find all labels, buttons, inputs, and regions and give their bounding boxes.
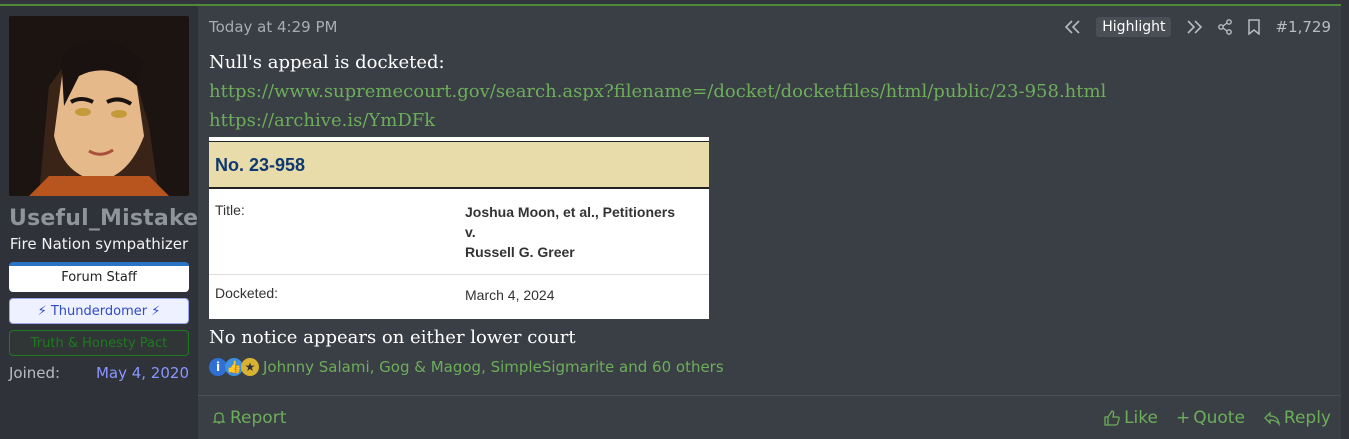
reply-label: Reply [1283,407,1331,428]
joined-row: Joined: May 4, 2020 [9,364,189,382]
docketed-value: March 4, 2024 [465,287,555,303]
post-body: Null's appeal is docketed: https://www.s… [209,48,1331,135]
thumbs-up-icon [1104,409,1120,426]
reactions-bar[interactable]: i 👍 ★ Johnny Salami, Gog & Magog, Simple… [209,358,1331,376]
banner-forum-staff: Forum Staff [9,262,189,292]
joined-value: May 4, 2020 [95,364,189,382]
post-header-actions: Highlight #1,729 [1064,17,1331,37]
docket-title-line3: Russell G. Greer [465,244,575,260]
report-label: Report [230,407,287,428]
forum-post: Useful_Mistake Fire Nation sympathizer F… [0,4,1341,439]
highlight-button[interactable]: Highlight [1096,17,1172,37]
docket-date-row: Docketed: March 4, 2024 [209,275,709,305]
post-intro-text: Null's appeal is docketed: [209,52,445,73]
reply-button[interactable]: Reply [1263,408,1331,428]
docket-image: No. 23-958 Title: Joshua Moon, et al., P… [209,137,709,319]
joined-label: Joined: [9,364,61,382]
user-sidebar: Useful_Mistake Fire Nation sympathizer F… [0,6,198,439]
bookmark-icon[interactable] [1247,19,1261,35]
post-main: Today at 4:29 PM Highlight #1,729 Null's… [198,6,1341,439]
quote-label: Quote [1193,407,1245,428]
supremecourt-link[interactable]: https://www.supremecourt.gov/search.aspx… [209,77,1331,106]
like-label: Like [1124,407,1158,428]
docket-title-row: Title: Joshua Moon, et al., Petitioners … [209,189,709,275]
reply-icon [1263,410,1280,426]
like-button[interactable]: Like [1103,408,1158,428]
share-icon[interactable] [1217,19,1233,35]
rewind-icon[interactable] [1064,20,1082,34]
post-footer: Report Like + Quote Reply [198,395,1341,439]
quote-button[interactable]: + Quote [1176,408,1245,428]
avatar-image [9,16,189,196]
bell-icon [212,411,226,424]
post-header: Today at 4:29 PM Highlight #1,729 [209,6,1331,48]
banner-truth-honesty: Truth & Honesty Pact [9,330,189,356]
docket-title-line2: v. [465,224,476,240]
reaction-icons: i 👍 ★ [209,358,259,376]
user-title: Fire Nation sympathizer [9,235,189,253]
docketed-label: Docketed: [215,285,279,301]
report-button[interactable]: Report [211,408,286,428]
medal-icon: ★ [241,358,259,376]
docket-title-line1: Joshua Moon, et al., Petitioners [465,204,676,220]
post-outro-text: No notice appears on either lower court [209,327,576,348]
avatar[interactable] [9,16,189,196]
archive-link[interactable]: https://archive.is/YmDFk [209,106,1331,135]
fast-forward-icon[interactable] [1185,20,1203,34]
plus-icon: + [1175,407,1191,428]
post-timestamp[interactable]: Today at 4:29 PM [209,18,337,36]
docket-title-label: Title: [215,202,245,218]
post-number[interactable]: #1,729 [1275,18,1331,36]
username[interactable]: Useful_Mistake [9,206,198,231]
docket-title-value: Joshua Moon, et al., Petitioners v. Russ… [465,202,675,274]
footer-actions: Like + Quote Reply [1103,408,1331,428]
banner-thunderdomer: ⚡ Thunderdomer ⚡ [9,298,189,324]
docket-number: No. 23-958 [209,141,709,189]
reactions-list[interactable]: Johnny Salami, Gog & Magog, SimpleSigmar… [263,358,724,376]
